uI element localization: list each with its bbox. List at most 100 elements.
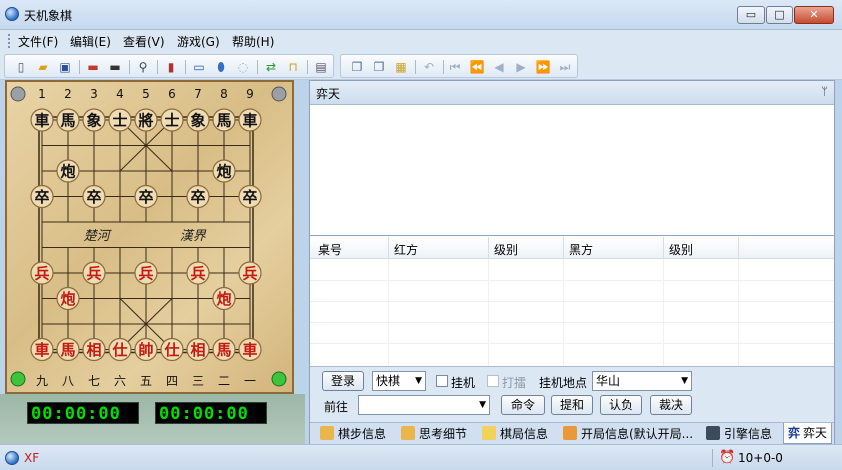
- minimize-button[interactable]: ▭: [737, 6, 765, 24]
- red-clock: 00:00:00: [27, 402, 139, 424]
- col-separator[interactable]: [738, 237, 739, 259]
- col-separator[interactable]: [388, 237, 389, 259]
- window-icon[interactable]: ▭: [191, 59, 207, 75]
- copy-icon[interactable]: ❐: [349, 59, 365, 75]
- board-canvas[interactable]: 楚河 漢界1 2 3 4 5 6 7 8 9九八七六五四三二一車馬象士將士象馬車炮 炮卒卒卒卒卒兵兵…: [7, 82, 292, 392]
- menu-edit[interactable]: 编辑(E): [70, 33, 111, 50]
- file-number-top: 6: [168, 87, 176, 101]
- chess-board[interactable]: 楚河 漢界 1 2 3 4 5 6 7 8 9 九八七六五四三二一車馬象士將士象馬車炮炮卒卒卒卒卒兵兵…: [5, 80, 294, 394]
- chess-piece-label: 士: [164, 112, 179, 130]
- col-separator[interactable]: [488, 237, 489, 259]
- judge-button[interactable]: 裁决: [650, 395, 692, 415]
- tab-game-info[interactable]: 棋局信息: [482, 425, 548, 443]
- tab-engine-info[interactable]: 引擎信息: [706, 425, 772, 443]
- undo-icon[interactable]: ↶: [421, 59, 437, 75]
- pin-icon[interactable]: ᛘ: [821, 85, 828, 98]
- resign-button[interactable]: 认负: [600, 395, 642, 415]
- status-separator: [712, 449, 713, 467]
- move-info-icon: [320, 426, 334, 440]
- chess-piece-label: 仕: [111, 341, 127, 359]
- chess-piece-label: 炮: [216, 290, 231, 308]
- maximize-button[interactable]: □: [766, 6, 793, 24]
- file-number-bottom: 五: [140, 374, 152, 388]
- save-icon[interactable]: ▣: [57, 59, 73, 75]
- chat-area[interactable]: [310, 105, 834, 236]
- location-select[interactable]: 华山 ▼: [592, 371, 692, 391]
- red-monitor-icon[interactable]: ▬: [85, 59, 101, 75]
- chat-header: 弈天 ᛘ: [310, 81, 834, 105]
- tab-opening-info[interactable]: 开局信息(默认开局...: [563, 425, 693, 443]
- chess-piece-label: 象: [190, 112, 205, 130]
- goto-select[interactable]: ▼: [358, 395, 490, 415]
- mic-icon[interactable]: ⬮: [213, 59, 229, 75]
- chess-piece-label: 仕: [163, 341, 179, 359]
- close-button[interactable]: ✕: [794, 6, 834, 24]
- chess-piece-label: 將: [138, 112, 153, 130]
- col-black[interactable]: 黑方: [569, 241, 593, 258]
- black-monitor-icon[interactable]: ▬: [107, 59, 123, 75]
- chess-piece-label: 相: [190, 341, 205, 359]
- clipboard-icon[interactable]: ▮: [163, 59, 179, 75]
- hangup-label: 挂机: [451, 376, 476, 390]
- tab-yitian[interactable]: 弈弈天: [783, 423, 833, 444]
- chess-piece-label: 炮: [60, 290, 75, 308]
- col-line: [488, 259, 489, 366]
- col-line: [388, 259, 389, 366]
- menu-game[interactable]: 游戏(G): [177, 33, 220, 50]
- new-file-icon[interactable]: ▯: [13, 59, 29, 75]
- first-icon[interactable]: ⏮: [447, 59, 463, 75]
- menu-file[interactable]: 文件(F): [18, 33, 58, 50]
- command-button[interactable]: 命令: [501, 395, 545, 415]
- printer-icon[interactable]: ▤: [313, 59, 329, 75]
- black-clock: 00:00:00: [155, 402, 267, 424]
- file-number-bottom: 六: [114, 374, 126, 388]
- engine-icon: [706, 426, 720, 440]
- river-label-left: 楚河: [84, 229, 113, 244]
- next-fast-icon[interactable]: ⏩: [535, 59, 551, 75]
- hangup-checkbox[interactable]: [436, 375, 448, 387]
- col-black-level[interactable]: 级别: [669, 241, 693, 258]
- tab-thinking[interactable]: 思考细节: [401, 425, 467, 443]
- search-icon[interactable]: ⚲: [135, 59, 151, 75]
- copy2-icon[interactable]: ❐: [371, 59, 387, 75]
- prev-fast-icon[interactable]: ⏪: [469, 59, 485, 75]
- watch-checkbox[interactable]: [487, 375, 499, 387]
- open-folder-icon[interactable]: ▰: [35, 59, 51, 75]
- last-icon[interactable]: ⏭: [557, 59, 573, 75]
- chess-piece-label: 相: [86, 341, 101, 359]
- alarm-clock-icon: ⏰: [719, 450, 736, 465]
- chess-piece-label: 馬: [60, 341, 75, 359]
- login-button[interactable]: 登录: [322, 371, 364, 391]
- chevron-down-icon: ▼: [479, 400, 486, 410]
- menu-view[interactable]: 查看(V): [123, 33, 165, 50]
- chess-piece-label: 卒: [86, 188, 101, 206]
- col-separator[interactable]: [663, 237, 664, 259]
- col-table-no[interactable]: 桌号: [318, 241, 342, 258]
- file-number-bottom: 七: [88, 374, 100, 388]
- app-icon: [5, 7, 19, 21]
- tab-move-info[interactable]: 棋步信息: [320, 425, 386, 443]
- offer-draw-button[interactable]: 提和: [551, 395, 593, 415]
- file-number-top: 8: [220, 87, 228, 101]
- chess-piece-label: 象: [86, 112, 101, 130]
- table-list[interactable]: 桌号 红方 级别 黑方 级别: [310, 237, 834, 366]
- paste-icon[interactable]: ▦: [393, 59, 409, 75]
- next-icon[interactable]: ▶: [513, 59, 529, 75]
- lock-icon[interactable]: ⊓: [285, 59, 301, 75]
- menu-help[interactable]: 帮助(H): [232, 33, 274, 50]
- green-arrows-icon[interactable]: ⇄: [263, 59, 279, 75]
- prev-icon[interactable]: ◀: [491, 59, 507, 75]
- col-red-level[interactable]: 级别: [494, 241, 518, 258]
- col-separator[interactable]: [563, 237, 564, 259]
- toolbar-group-main: ▯ ▰ ▣ ▬ ▬ ⚲ ▮ ▭ ⬮ ◌ ⇄ ⊓ ▤: [4, 54, 334, 78]
- status-app-icon: [5, 451, 19, 465]
- col-red[interactable]: 红方: [394, 241, 418, 258]
- mode-select[interactable]: 快棋 ▼: [372, 371, 426, 391]
- file-number-top: 7: [194, 87, 202, 101]
- river-label-right: 漢界: [180, 229, 207, 244]
- col-line: [663, 259, 664, 366]
- right-panel: 弈天 ᛘ 桌号 红方 级别 黑方 级别 登录 快棋 ▼ 挂机 打擂 挂机地点 华…: [309, 80, 835, 444]
- chess-piece-label: 卒: [190, 188, 205, 206]
- file-number-top: 9: [246, 87, 254, 101]
- refresh-disabled-icon[interactable]: ◌: [235, 59, 251, 75]
